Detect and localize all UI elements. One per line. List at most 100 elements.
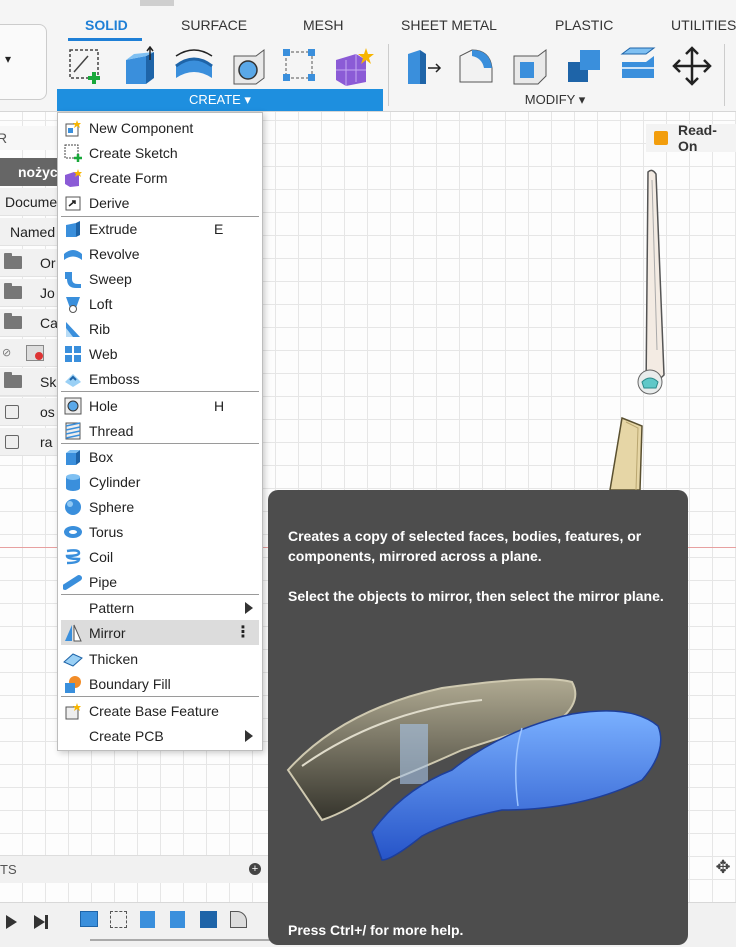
menu-item-rib[interactable]: Rib bbox=[61, 316, 259, 341]
play-icon[interactable] bbox=[6, 915, 17, 929]
menu-item-thicken[interactable]: Thicken bbox=[61, 646, 259, 671]
browser-row-document-settings[interactable]: Docume bbox=[0, 188, 58, 216]
menu-item-pattern[interactable]: Pattern bbox=[61, 595, 259, 620]
browser-row-canvas-image[interactable]: ⊘ bbox=[0, 339, 58, 367]
menu-item-thread[interactable]: Thread bbox=[61, 418, 259, 443]
row-label: Sk bbox=[40, 373, 57, 390]
menu-item-loft[interactable]: Loft bbox=[61, 291, 259, 316]
combine-tool[interactable] bbox=[562, 44, 606, 88]
emboss-icon bbox=[63, 369, 83, 389]
hole-icon bbox=[233, 49, 265, 85]
menu-item-boundary-fill[interactable]: Boundary Fill bbox=[61, 671, 259, 696]
pipe-icon bbox=[63, 572, 83, 592]
menu-item-web[interactable]: Web bbox=[61, 341, 259, 366]
revolve-icon bbox=[175, 49, 213, 78]
extrude-tool[interactable] bbox=[118, 44, 162, 88]
revolve-tool[interactable] bbox=[172, 44, 216, 88]
doc-name: nożyc bbox=[18, 164, 58, 180]
scissors-model[interactable] bbox=[560, 160, 690, 500]
move-copy-tool[interactable] bbox=[670, 44, 714, 88]
step-forward-icon[interactable] bbox=[34, 915, 45, 929]
submenu-arrow-icon bbox=[245, 601, 253, 614]
tab-surface[interactable]: SURFACE bbox=[181, 17, 247, 39]
read-only-badge[interactable]: Read-On bbox=[646, 122, 736, 154]
tab-utilities[interactable]: UTILITIES bbox=[671, 17, 736, 39]
create-menu-button[interactable]: CREATE ▾ bbox=[57, 89, 383, 111]
menu-item-mirror[interactable]: Mirror ⋮ bbox=[61, 620, 259, 645]
loft-icon bbox=[63, 294, 83, 314]
menu-item-label: Create PCB bbox=[89, 727, 164, 744]
menu-item-create-pcb[interactable]: Create PCB bbox=[61, 723, 259, 748]
menu-item-cylinder[interactable]: Cylinder bbox=[61, 469, 259, 494]
shell-tool[interactable] bbox=[508, 44, 552, 88]
tab-sheet-metal[interactable]: SHEET METAL bbox=[401, 17, 497, 39]
add-comment-icon[interactable]: + bbox=[249, 863, 261, 875]
menu-item-new-component[interactable]: New Component bbox=[61, 115, 259, 140]
tab-mesh[interactable]: MESH bbox=[303, 17, 343, 39]
menu-item-coil[interactable]: Coil bbox=[61, 544, 259, 569]
menu-item-emboss[interactable]: Emboss bbox=[61, 366, 259, 391]
menu-item-hole[interactable]: Hole H bbox=[61, 393, 259, 418]
pan-navigation-icon[interactable]: ✥ bbox=[712, 857, 734, 879]
browser-row-sketches[interactable]: Sk bbox=[0, 368, 58, 396]
create-sketch-tool[interactable] bbox=[64, 44, 108, 88]
menu-item-extrude[interactable]: Extrude E bbox=[61, 216, 259, 241]
menu-item-label: Hole bbox=[89, 397, 118, 414]
menu-item-create-sketch[interactable]: Create Sketch bbox=[61, 140, 259, 165]
workspace-switcher[interactable]: ▾ bbox=[0, 24, 47, 100]
menu-item-label: Sweep bbox=[89, 270, 132, 287]
shortcut-label: E bbox=[214, 220, 224, 237]
menu-item-label: Extrude bbox=[89, 220, 138, 237]
browser-doc-header[interactable]: nożyc bbox=[0, 158, 58, 186]
row-label: Or bbox=[40, 254, 56, 271]
image-icon bbox=[26, 344, 44, 361]
press-pull-tool[interactable] bbox=[400, 44, 444, 88]
menu-item-label: Pipe bbox=[89, 573, 118, 590]
offset-face-tool[interactable] bbox=[616, 44, 660, 88]
menu-item-derive[interactable]: Derive bbox=[61, 190, 259, 215]
boundary-fill-icon bbox=[63, 674, 83, 694]
coil-icon bbox=[63, 547, 83, 567]
timeline-canvas-icon[interactable] bbox=[80, 911, 98, 927]
box-icon bbox=[63, 447, 83, 467]
timeline-extrude-icon[interactable] bbox=[140, 911, 155, 928]
create-sketch-icon bbox=[63, 143, 83, 163]
comments-panel[interactable]: TS + bbox=[0, 855, 268, 883]
menu-item-sphere[interactable]: Sphere bbox=[61, 494, 259, 519]
timeline-sketch-icon[interactable] bbox=[110, 911, 127, 928]
browser-search[interactable]: R bbox=[0, 126, 58, 150]
menu-item-create-base-feature[interactable]: Create Base Feature bbox=[61, 698, 259, 723]
browser-row-joints[interactable]: Jo bbox=[0, 279, 58, 307]
menu-item-create-form[interactable]: Create Form bbox=[61, 165, 259, 190]
row-label: Jo bbox=[40, 284, 55, 301]
browser-row-named-views[interactable]: Named bbox=[0, 218, 58, 246]
fillet-tool[interactable] bbox=[454, 44, 498, 88]
timeline-fillet-icon[interactable] bbox=[230, 911, 247, 928]
menu-item-torus[interactable]: Torus bbox=[61, 519, 259, 544]
timeline-extrude-icon[interactable] bbox=[170, 911, 185, 928]
menu-item-box[interactable]: Box bbox=[61, 444, 259, 469]
browser-row-canvases[interactable]: Ca bbox=[0, 309, 58, 337]
browser-row-body-2[interactable]: ra bbox=[0, 428, 58, 456]
tab-solid[interactable]: SOLID bbox=[85, 17, 128, 39]
timeline-combine-icon[interactable] bbox=[200, 911, 217, 928]
rectangle-pattern-icon bbox=[283, 49, 315, 81]
pattern-tool[interactable] bbox=[278, 44, 322, 88]
hole-tool[interactable] bbox=[226, 44, 270, 88]
more-options-icon[interactable]: ⋮ bbox=[235, 624, 251, 640]
web-icon bbox=[63, 344, 83, 364]
tab-plastic[interactable]: PLASTIC bbox=[555, 17, 613, 39]
tooltip-instruction: Select the objects to mirror, then selec… bbox=[288, 588, 664, 604]
menu-item-sweep[interactable]: Sweep bbox=[61, 266, 259, 291]
modify-menu-button[interactable]: MODIFY ▾ bbox=[390, 89, 720, 111]
pcb-placeholder-icon bbox=[63, 726, 83, 746]
rib-icon bbox=[63, 319, 83, 339]
new-component-icon bbox=[63, 118, 83, 138]
browser-row-origin[interactable]: Or bbox=[0, 249, 58, 277]
eye-hidden-icon[interactable]: ⊘ bbox=[2, 346, 18, 359]
menu-item-pipe[interactable]: Pipe bbox=[61, 569, 259, 594]
browser-row-body-1[interactable]: os bbox=[0, 398, 58, 426]
sweep-icon bbox=[63, 269, 83, 289]
create-form-tool[interactable] bbox=[332, 44, 376, 88]
menu-item-revolve[interactable]: Revolve bbox=[61, 241, 259, 266]
